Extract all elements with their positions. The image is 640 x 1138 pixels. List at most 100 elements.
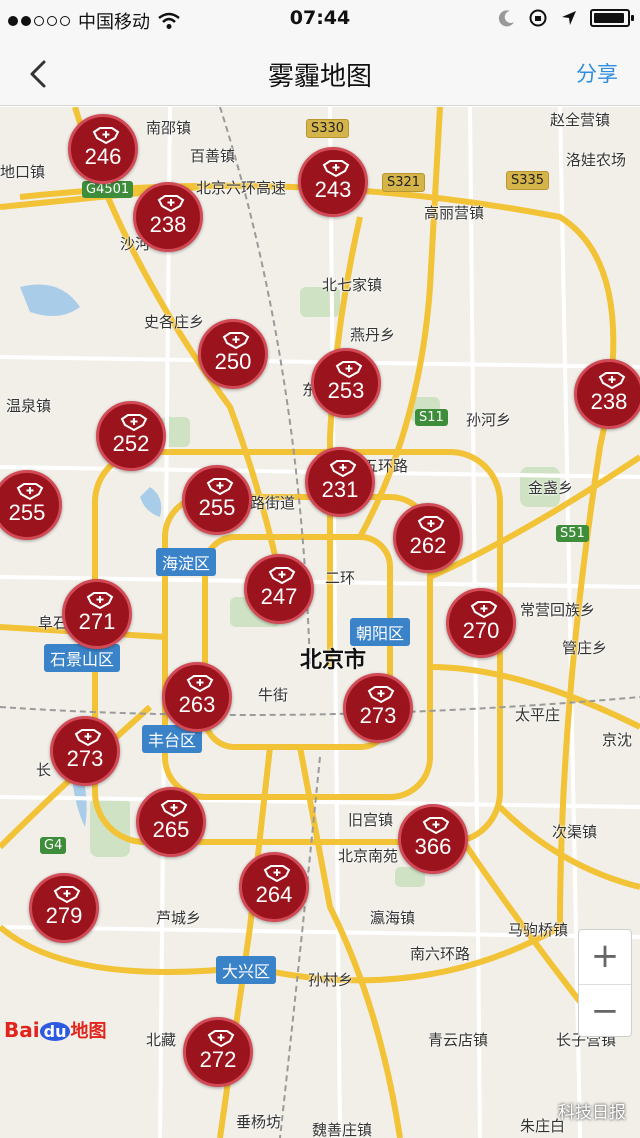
place-label: 温泉镇 — [6, 397, 52, 415]
place-label: 高丽营镇 — [424, 204, 485, 222]
aqi-marker[interactable]: 255 — [182, 465, 252, 535]
place-label: 孙河乡 — [466, 411, 512, 429]
aqi-value: 262 — [409, 533, 447, 558]
aqi-value: 264 — [255, 882, 293, 907]
place-label: 牛街 — [258, 686, 289, 704]
place-label: 次渠镇 — [552, 823, 598, 841]
aqi-value: 238 — [590, 389, 628, 414]
logo-bai: Bai — [4, 1018, 40, 1042]
place-label: 孙村乡 — [308, 971, 354, 989]
aqi-value: 265 — [152, 817, 190, 842]
aqi-marker[interactable]: 247 — [244, 554, 314, 624]
place-label: 金盏乡 — [528, 479, 574, 497]
place-label: 二环 — [325, 569, 356, 587]
district-tag[interactable]: 大兴区 — [216, 956, 277, 984]
logo-tu: 地图 — [70, 1021, 107, 1042]
road-shield: S321 — [382, 173, 426, 192]
navigation-bar: 雾霾地图 分享 — [0, 40, 640, 106]
mask-shield-icon — [367, 686, 395, 704]
mask-shield-icon — [329, 460, 357, 478]
mask-shield-icon — [160, 800, 188, 818]
aqi-marker[interactable]: 253 — [311, 348, 381, 418]
smog-map[interactable]: 南邵镇 百善镇 地口镇 沙河 高丽营镇 赵全营镇 洛娃农场 北七家镇 史各庄乡 … — [0, 107, 640, 1138]
district-tag[interactable]: 海淀区 — [156, 548, 217, 576]
aqi-marker[interactable]: 271 — [62, 579, 132, 649]
place-label: 北京南苑 — [338, 847, 399, 865]
mask-shield-icon — [598, 372, 626, 390]
road-shield: S335 — [506, 171, 550, 190]
road-shield: S51 — [556, 525, 589, 542]
aqi-marker[interactable]: 238 — [574, 359, 640, 429]
aqi-value: 252 — [112, 431, 150, 456]
place-label: 芦城乡 — [156, 909, 202, 927]
place-label: 管庄乡 — [562, 639, 608, 657]
aqi-value: 263 — [178, 692, 216, 717]
battery-icon — [590, 9, 634, 27]
aqi-marker[interactable]: 243 — [298, 147, 368, 217]
place-label: 地口镇 — [0, 163, 46, 181]
aqi-marker[interactable]: 273 — [343, 673, 413, 743]
road-shield: S330 — [306, 119, 350, 138]
mask-shield-icon — [53, 886, 81, 904]
aqi-value: 246 — [84, 144, 122, 169]
mask-shield-icon — [268, 567, 296, 585]
place-label: 垂杨坊 — [236, 1113, 282, 1131]
aqi-marker[interactable]: 366 — [398, 804, 468, 874]
aqi-marker[interactable]: 263 — [162, 662, 232, 732]
place-label: 常营回族乡 — [520, 601, 596, 619]
aqi-marker[interactable]: 264 — [239, 852, 309, 922]
aqi-marker[interactable]: 252 — [96, 401, 166, 471]
aqi-marker[interactable]: 279 — [29, 873, 99, 943]
mask-shield-icon — [417, 516, 445, 534]
aqi-value: 253 — [327, 378, 365, 403]
place-label: 洛娃农场 — [566, 151, 627, 169]
place-label: 旧宫镇 — [348, 811, 394, 829]
status-bar: 中国移动 07:44 — [0, 0, 640, 40]
aqi-value: 250 — [214, 349, 252, 374]
aqi-marker[interactable]: 231 — [305, 447, 375, 517]
aqi-value: 272 — [199, 1047, 237, 1072]
aqi-marker[interactable]: 265 — [136, 787, 206, 857]
place-label: 赵全营镇 — [550, 111, 611, 129]
aqi-value: 231 — [321, 477, 359, 502]
aqi-marker[interactable]: 250 — [198, 319, 268, 389]
place-label: 史各庄乡 — [144, 313, 205, 331]
place-label: 路街道 — [250, 494, 296, 512]
aqi-value: 366 — [414, 834, 452, 859]
mask-shield-icon — [263, 865, 291, 883]
place-label: 北七家镇 — [322, 276, 383, 294]
aqi-marker[interactable]: 262 — [393, 503, 463, 573]
share-button[interactable]: 分享 — [576, 58, 618, 88]
battery-level — [594, 13, 625, 23]
mask-shield-icon — [322, 160, 350, 178]
mask-shield-icon — [92, 127, 120, 145]
aqi-marker[interactable]: 273 — [50, 716, 120, 786]
place-label: 燕丹乡 — [350, 326, 396, 344]
mask-shield-icon — [335, 361, 363, 379]
district-tag[interactable]: 朝阳区 — [350, 618, 411, 646]
mask-shield-icon — [470, 601, 498, 619]
place-label: 北京六环高速 — [196, 179, 287, 197]
aqi-marker[interactable]: 272 — [183, 1017, 253, 1087]
zoom-in-button[interactable]: + — [579, 930, 631, 984]
zoom-out-button[interactable]: − — [579, 985, 631, 1039]
mask-shield-icon — [222, 332, 250, 350]
aqi-marker[interactable]: 238 — [133, 182, 203, 252]
aqi-marker[interactable]: 246 — [68, 114, 138, 184]
page-title: 雾霾地图 — [267, 62, 372, 92]
location-arrow-icon — [562, 11, 576, 25]
mask-shield-icon — [74, 729, 102, 747]
baidu-map-logo: Bai du 地图 — [4, 1017, 106, 1043]
aqi-value: 247 — [260, 584, 298, 609]
mask-shield-icon — [186, 675, 214, 693]
place-label: 百善镇 — [190, 147, 236, 165]
mask-shield-icon — [157, 195, 185, 213]
road-shield: G4 — [40, 837, 67, 854]
aqi-value: 270 — [462, 618, 500, 643]
place-label: 南邵镇 — [146, 119, 192, 137]
aqi-value: 255 — [8, 500, 46, 525]
district-tag[interactable]: 石景山区 — [44, 644, 121, 672]
place-label: 瀛海镇 — [370, 909, 416, 927]
aqi-value: 271 — [78, 609, 116, 634]
aqi-marker[interactable]: 270 — [446, 588, 516, 658]
